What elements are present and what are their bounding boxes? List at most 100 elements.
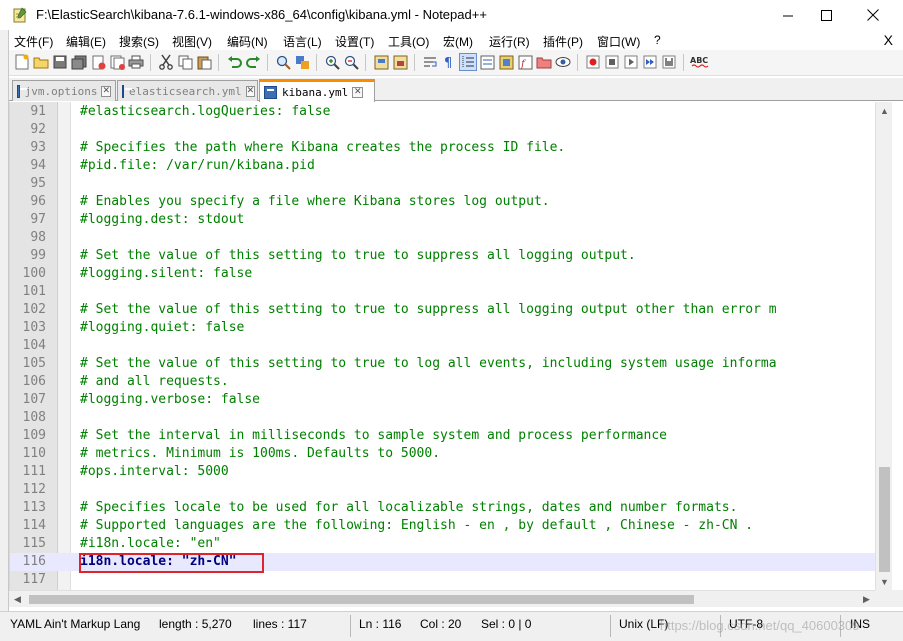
scroll-up-arrow-icon[interactable]: ▲ [876,102,893,119]
menu-help[interactable]: ? [654,33,661,47]
menu-run[interactable]: 运行(R) [489,33,530,50]
new-file-icon [15,54,29,70]
code-editor[interactable]: 91 #elasticsearch.logQueries: false 92 93 # … [9,102,875,590]
line-number: 108 [22,410,46,425]
code-text: # Set the interval in milliseconds to sa… [80,428,667,443]
code-line[interactable]: 111 #ops.interval: 5000 [10,463,875,481]
close-window-button[interactable] [850,0,896,30]
code-line[interactable]: 108 [10,409,875,427]
tab-jvm-options[interactable]: jvm.options ✕ [12,80,116,101]
close-file-button[interactable] [89,53,107,71]
code-line[interactable]: 101 [10,283,875,301]
close-document-button[interactable]: X [884,32,893,48]
code-line[interactable]: 102 # Set the value of this setting to tr… [10,301,875,319]
word-wrap-icon [423,57,436,67]
code-line[interactable]: 95 [10,175,875,193]
function-list-button[interactable]: f [516,53,534,71]
code-line[interactable]: 93 # Specifies the path where Kibana crea… [10,139,875,157]
code-line[interactable]: 105 # Set the value of this setting to tr… [10,355,875,373]
line-number: 106 [22,374,46,389]
tab-close-icon[interactable]: ✕ [245,85,256,97]
scroll-right-arrow-icon[interactable]: ▶ [858,591,875,608]
tab-elasticsearch-yml[interactable]: elasticsearch.yml ✕ [117,80,258,101]
doc-map-button[interactable] [497,53,515,71]
tab-close-icon[interactable]: ✕ [352,86,364,98]
udl-button[interactable] [478,53,496,71]
code-line[interactable]: 112 [10,481,875,499]
menu-edit[interactable]: 编辑(E) [66,33,106,50]
code-line[interactable]: 107 #logging.verbose: false [10,391,875,409]
line-number: 113 [22,500,46,515]
menu-macro[interactable]: 宏(M) [443,33,473,50]
macro-play-button[interactable] [622,53,640,71]
monitoring-button[interactable] [554,53,572,71]
code-line[interactable]: 103 #logging.quiet: false [10,319,875,337]
code-line[interactable]: 91 #elasticsearch.logQueries: false [10,103,875,121]
macro-stop-button[interactable] [603,53,621,71]
sync-vertical-button[interactable] [372,53,390,71]
code-line[interactable]: 114 # Supported languages are the followi… [10,517,875,535]
scroll-down-arrow-icon[interactable]: ▼ [876,573,893,590]
zoom-out-button[interactable] [342,53,360,71]
menu-tools[interactable]: 工具(O) [388,33,429,50]
code-line[interactable]: 100 #logging.silent: false [10,265,875,283]
find-button[interactable] [274,53,292,71]
zoom-in-button[interactable] [323,53,341,71]
code-text: # Set the value of this setting to true … [80,302,777,317]
toolbar-separator [577,54,578,71]
line-number: 114 [22,518,46,533]
spell-check-button[interactable]: ABC [689,53,711,71]
cut-button[interactable] [157,53,175,71]
menu-view[interactable]: 视图(V) [172,33,212,50]
menu-plugins[interactable]: 插件(P) [543,33,583,50]
new-file-button[interactable] [13,53,31,71]
redo-button[interactable] [244,53,262,71]
print-button[interactable] [127,53,145,71]
save-all-button[interactable] [70,53,88,71]
open-file-button[interactable] [32,53,50,71]
scroll-left-arrow-icon[interactable]: ◀ [9,591,26,608]
menu-settings[interactable]: 设置(T) [335,33,374,50]
code-line[interactable]: 99 # Set the value of this setting to tru… [10,247,875,265]
code-line[interactable]: 96 # Enables you specify a file where Kib… [10,193,875,211]
sync-horizontal-button[interactable] [391,53,409,71]
menu-window[interactable]: 窗口(W) [597,33,640,50]
menu-search[interactable]: 搜索(S) [119,33,159,50]
macro-record-button[interactable] [584,53,602,71]
tab-kibana-yml[interactable]: kibana.yml ✕ [259,79,375,102]
code-line[interactable]: 97 #logging.dest: stdout [10,211,875,229]
undo-button[interactable] [225,53,243,71]
vertical-scroll-thumb[interactable] [879,467,890,572]
horizontal-scroll-thumb[interactable] [29,595,694,604]
code-line[interactable]: 104 [10,337,875,355]
paste-button[interactable] [195,53,213,71]
document-map-icon [499,55,513,69]
line-number: 97 [30,212,46,227]
menu-encoding[interactable]: 编码(N) [227,33,268,50]
folder-workspace-button[interactable] [535,53,553,71]
vertical-scrollbar[interactable]: ▲ ▼ [875,102,892,590]
close-all-button[interactable] [108,53,126,71]
maximize-button[interactable] [803,0,849,30]
code-line[interactable]: 94 #pid.file: /var/run/kibana.pid [10,157,875,175]
code-line[interactable]: 92 [10,121,875,139]
code-line[interactable]: 117 [10,571,875,589]
macro-run-multiple-button[interactable] [641,53,659,71]
show-all-chars-button[interactable]: ¶ [440,53,458,71]
code-line[interactable]: 115 #i18n.locale: "en" [10,535,875,553]
indent-guide-button[interactable] [459,53,477,71]
word-wrap-button[interactable] [421,53,439,71]
code-line[interactable]: 110 # metrics. Minimum is 100ms. Defaults… [10,445,875,463]
horizontal-scrollbar[interactable]: ◀ ▶ [9,590,875,607]
macro-save-button[interactable] [660,53,678,71]
save-button[interactable] [51,53,69,71]
menu-language[interactable]: 语言(L) [283,33,322,50]
menu-file[interactable]: 文件(F) [14,33,53,50]
tab-close-icon[interactable]: ✕ [101,85,111,97]
code-line[interactable]: 98 [10,229,875,247]
code-line[interactable]: 106 # and all requests. [10,373,875,391]
code-line[interactable]: 113 # Specifies locale to be used for all… [10,499,875,517]
replace-button[interactable] [293,53,311,71]
code-line[interactable]: 109 # Set the interval in milliseconds to… [10,427,875,445]
copy-button[interactable] [176,53,194,71]
